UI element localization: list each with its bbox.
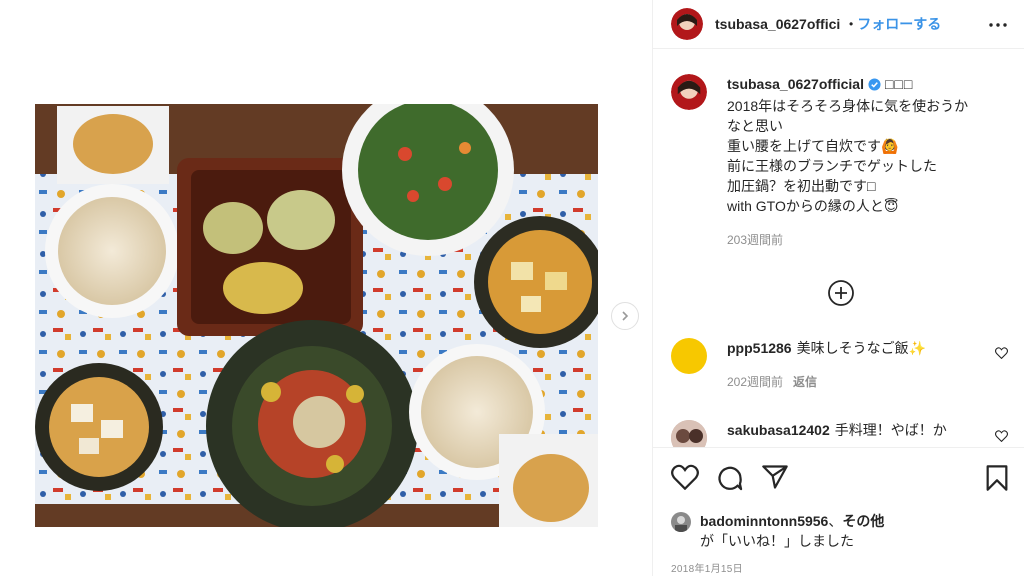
caption-body: tsubasa_0627official □□□ 2018年はそろそろ身体に気を使… bbox=[727, 74, 968, 250]
bookmark-icon[interactable] bbox=[985, 464, 1009, 497]
comment-username[interactable]: ppp51286 bbox=[727, 340, 792, 356]
comment-text: 美味しそうなご飯✨ bbox=[796, 340, 927, 356]
post-photo[interactable] bbox=[35, 104, 598, 527]
post-date[interactable]: 2018年1月15日 bbox=[671, 560, 743, 575]
caption-timestamp[interactable]: 203週間前 bbox=[727, 230, 968, 250]
caption-line: 前に王様のブランチでゲットした bbox=[727, 158, 937, 174]
share-icon[interactable] bbox=[761, 464, 789, 495]
post-actions-bar bbox=[653, 447, 1024, 507]
comment-body: ppp51286 美味しそうなご飯✨ 202週間前 返信 bbox=[727, 338, 1011, 392]
caption-line: 加圧鍋？を初出動です□ bbox=[727, 178, 876, 194]
comment-avatar[interactable] bbox=[671, 338, 707, 374]
author-avatar[interactable] bbox=[671, 8, 703, 40]
post-caption: tsubasa_0627official □□□ 2018年はそろそろ身体に気を使… bbox=[671, 74, 1011, 250]
comment-username[interactable]: sakubasa12402 bbox=[727, 422, 830, 438]
caption-line: なと思い bbox=[727, 118, 783, 134]
reply-button[interactable]: 返信 bbox=[793, 375, 817, 389]
comment-icon[interactable] bbox=[716, 464, 744, 497]
comment-like-heart-icon[interactable] bbox=[995, 429, 1008, 447]
verified-badge-icon bbox=[868, 76, 881, 96]
add-comment-icon[interactable] bbox=[827, 279, 855, 307]
post-side-panel: tsubasa_0627offici • フォローする tsubasa_0627… bbox=[652, 0, 1024, 576]
more-options-icon[interactable] bbox=[986, 13, 1010, 37]
comment-text: 手料理！やば！か bbox=[834, 422, 947, 438]
likes-suffix: が「いいね！」しました bbox=[700, 533, 854, 549]
caption-line: with GTOからの縁の人と😇 bbox=[727, 198, 899, 214]
caption-line: 2018年はそろそろ身体に気を使おうか bbox=[727, 98, 969, 114]
likes-text: badominntonn5956、その他 が「いいね！」しました bbox=[700, 511, 884, 551]
media-pane bbox=[0, 0, 652, 576]
comment-item: sakubasa12402 手料理！やば！か bbox=[671, 420, 1011, 447]
caption-avatar[interactable] bbox=[671, 74, 707, 110]
likes-joiner: 、 bbox=[828, 513, 843, 529]
liker-avatar[interactable] bbox=[671, 512, 691, 532]
food-table-image bbox=[35, 104, 598, 527]
chevron-right-icon bbox=[619, 310, 631, 322]
header-username[interactable]: tsubasa_0627offici bbox=[715, 16, 848, 32]
header-separator: • bbox=[849, 17, 854, 31]
comment-timestamp[interactable]: 202週間前 bbox=[727, 375, 783, 389]
liker-username[interactable]: badominntonn5956 bbox=[700, 513, 828, 529]
comment-meta: 202週間前 返信 bbox=[727, 372, 1011, 392]
follow-button[interactable]: フォローする bbox=[857, 14, 941, 34]
caption-username[interactable]: tsubasa_0627official bbox=[727, 76, 864, 92]
likes-others-link[interactable]: その他 bbox=[842, 513, 884, 529]
heart-icon[interactable] bbox=[671, 464, 699, 495]
comment-body: sakubasa12402 手料理！やば！か bbox=[727, 420, 1011, 447]
comment-like-heart-icon[interactable] bbox=[995, 346, 1008, 364]
likes-summary: badominntonn5956、その他 が「いいね！」しました bbox=[671, 511, 1011, 551]
post-header: tsubasa_0627offici • フォローする bbox=[653, 0, 1024, 49]
caption-decoration: □□□ bbox=[884, 76, 914, 92]
next-image-button[interactable] bbox=[611, 302, 639, 330]
caption-line: 重い腰を上げて自炊です🙆 bbox=[727, 138, 899, 154]
comment-item: ppp51286 美味しそうなご飯✨ 202週間前 返信 bbox=[671, 338, 1011, 392]
comment-avatar[interactable] bbox=[671, 420, 707, 447]
